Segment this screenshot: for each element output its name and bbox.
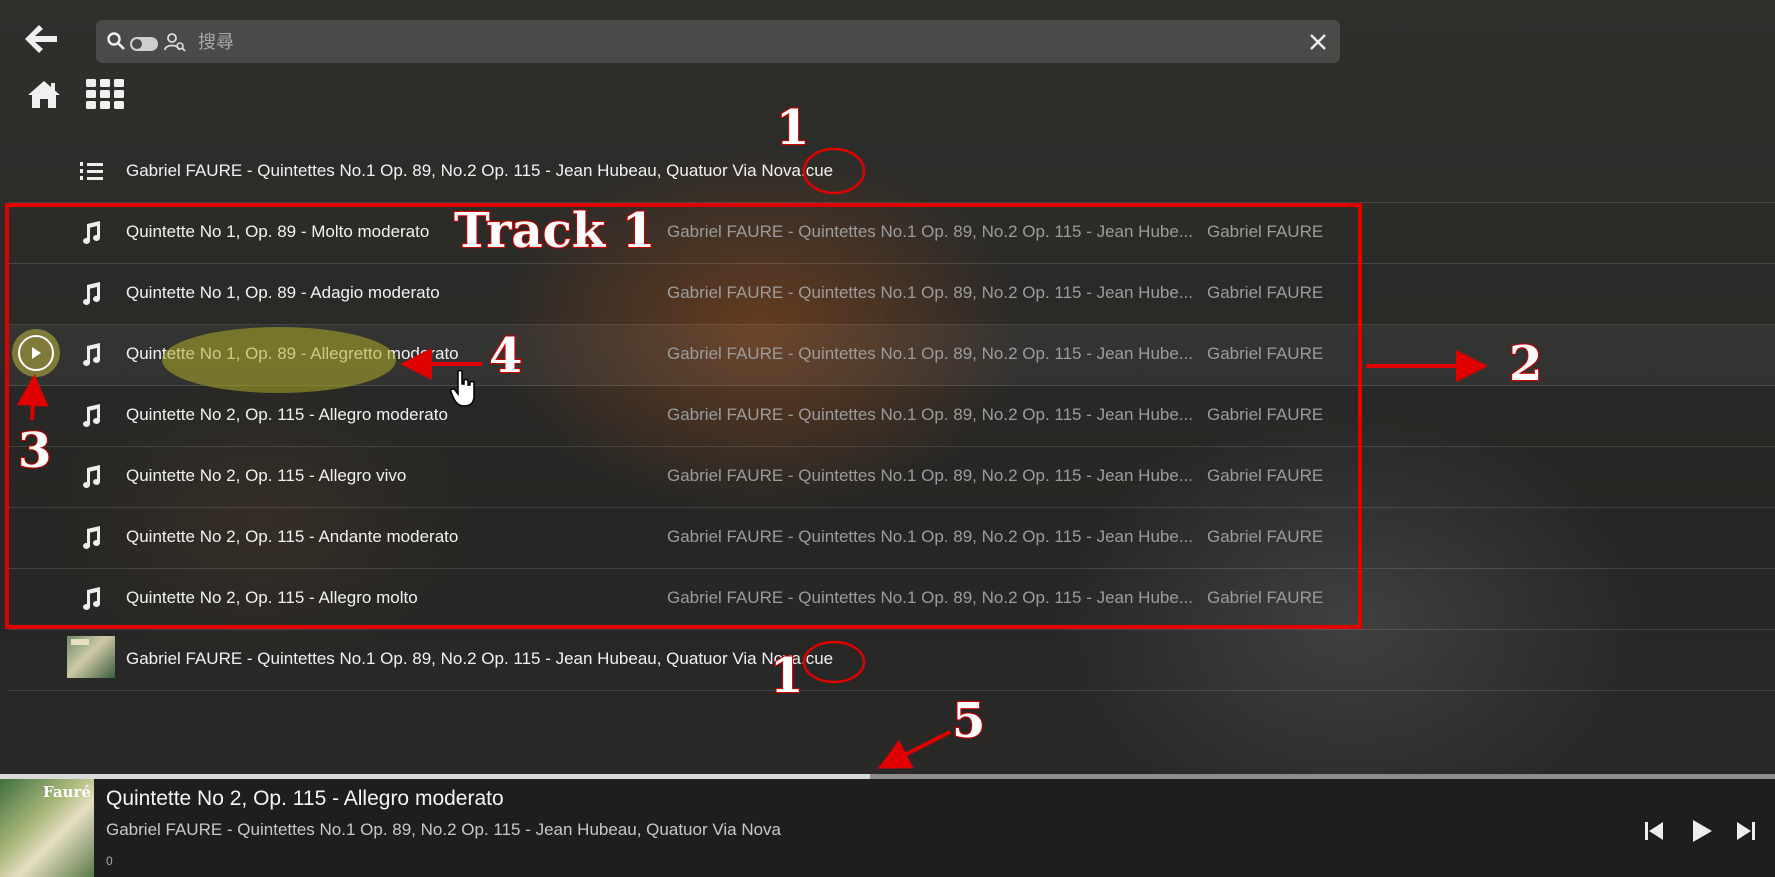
annotation-arrows [16,147,1488,769]
next-track-icon[interactable] [1732,817,1760,845]
annotation-circle-cue-top [802,147,866,195]
cover-text: Fauré [43,783,91,801]
annotation-circle-cue-bottom [802,640,866,684]
now-playing-time: 0 [106,854,113,868]
play-icon[interactable] [1688,817,1716,845]
now-playing-bar: Fauré Quintette No 2, Op. 115 - Allegro … [0,779,1775,877]
now-playing-title: Quintette No 2, Op. 115 - Allegro modera… [106,787,504,810]
album-cover[interactable]: Fauré [0,779,94,877]
previous-track-icon[interactable] [1640,817,1668,845]
now-playing-album: Gabriel FAURE - Quintettes No.1 Op. 89, … [106,820,782,839]
